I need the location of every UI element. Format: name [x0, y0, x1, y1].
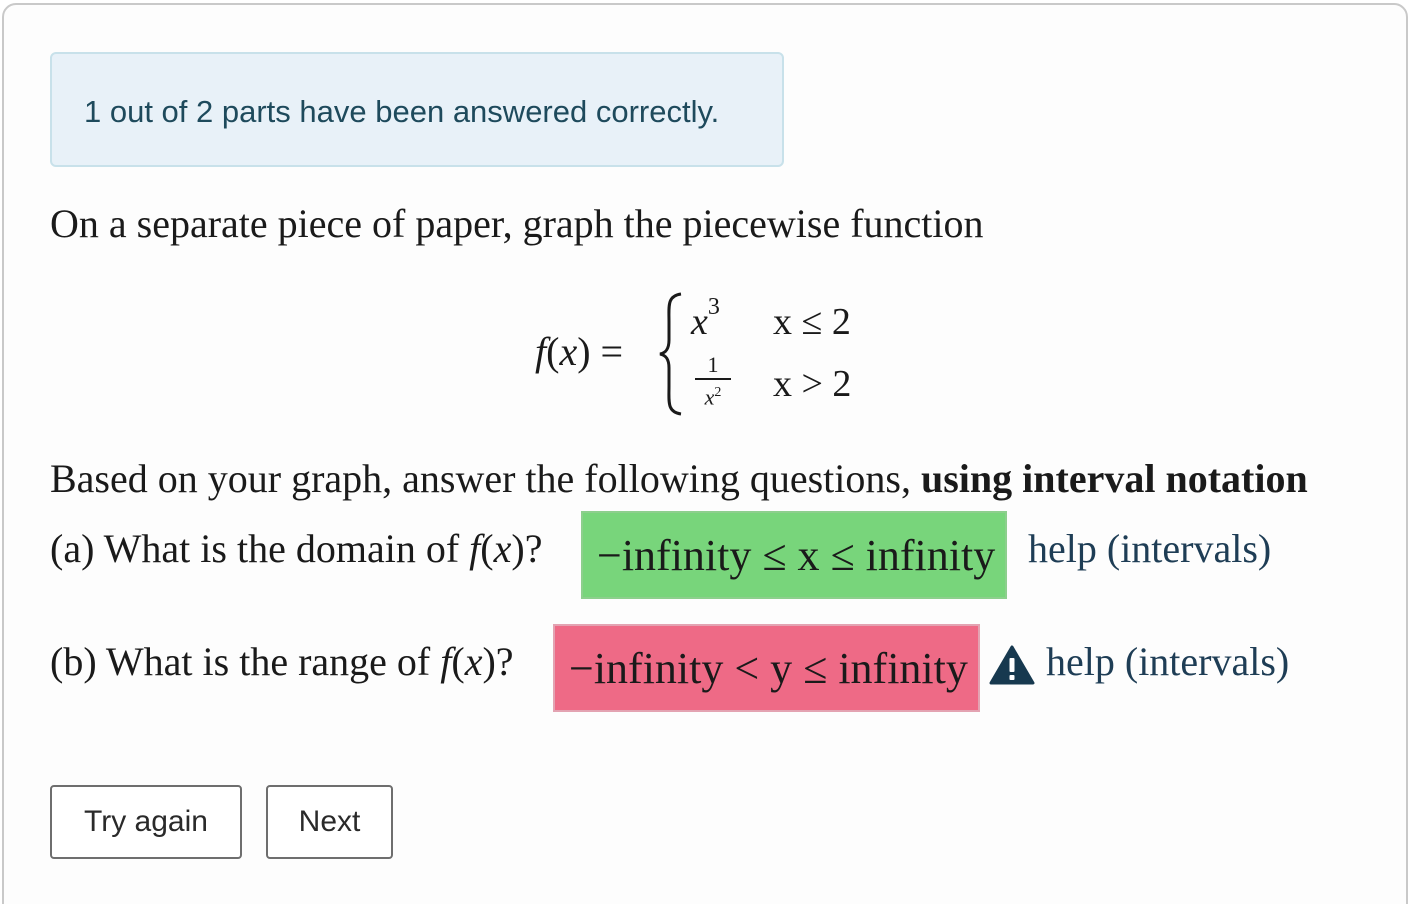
case1-condition: x ≤ 2: [773, 301, 851, 343]
help-intervals-link-a[interactable]: help (intervals): [1028, 525, 1271, 572]
range-answer-field[interactable]: −infinity < y ≤ infinity: [553, 624, 980, 712]
score-alert-text: 1 out of 2 parts have been answered corr…: [84, 94, 720, 129]
try-again-button[interactable]: Try again: [50, 785, 242, 859]
question-a-label: (a) What is the domain of f(x)?: [50, 526, 543, 571]
left-brace-icon: [659, 292, 682, 416]
question-b-label: (b) What is the range of f(x)?: [50, 639, 514, 684]
piecewise-formula: f(x) = x3 x ≤ 2 1 x2 x > 2: [535, 288, 875, 418]
instructions-emphasis: using interval notation: [920, 456, 1308, 501]
case1-expression: x3: [691, 294, 720, 343]
help-intervals-link-b[interactable]: help (intervals): [1046, 638, 1289, 685]
score-alert: 1 out of 2 parts have been answered corr…: [50, 52, 784, 167]
formula-lhs: f(x) =: [535, 329, 624, 374]
problem-intro: On a separate piece of paper, graph the …: [50, 201, 984, 246]
case2-condition: x > 2: [773, 363, 852, 405]
next-button[interactable]: Next: [266, 785, 393, 859]
case2-expression: 1 x2: [695, 354, 731, 408]
warning-triangle-icon: [989, 645, 1035, 685]
instructions: Based on your graph, answer the followin…: [50, 456, 1308, 501]
domain-answer-field[interactable]: −infinity ≤ x ≤ infinity: [581, 511, 1007, 599]
